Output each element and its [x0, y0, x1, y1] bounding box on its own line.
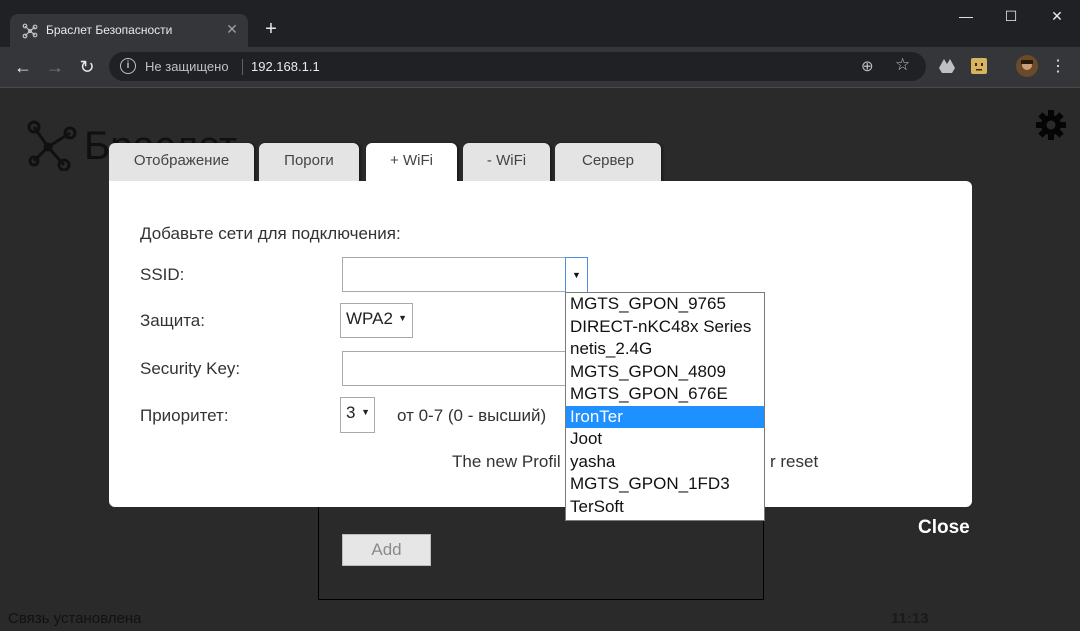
tab-display[interactable]: Отображение — [109, 143, 254, 182]
bookmark-star-icon[interactable]: ☆ — [895, 55, 910, 75]
chevron-down-icon: ▼ — [398, 313, 407, 323]
page-background: Браслет Связь установлена 11:13 Close От… — [0, 88, 1080, 631]
priority-hint: от 0-7 (0 - высший) — [397, 406, 547, 425]
close-button[interactable]: Close — [918, 517, 970, 539]
not-secure-label: Не защищено — [145, 59, 229, 74]
security-label: Защита: — [140, 311, 205, 330]
info-icon[interactable]: i — [120, 58, 136, 74]
dropdown-option[interactable]: netis_2.4G — [566, 338, 764, 361]
tab-server[interactable]: Сервер — [555, 143, 661, 182]
ssid-dropdown-arrow-icon[interactable]: ▼ — [565, 257, 588, 293]
dropdown-option[interactable]: MGTS_GPON_4809 — [566, 361, 764, 384]
close-window-icon[interactable]: ✕ — [1040, 6, 1074, 26]
browser-tab[interactable]: Браслет Безопасности ✕ — [10, 14, 248, 47]
divider — [242, 59, 243, 75]
molecule-favicon-icon — [22, 23, 38, 39]
dropdown-option-highlighted[interactable]: IronTer — [566, 405, 764, 428]
menu-kebab-icon[interactable]: ⋮ — [1046, 55, 1070, 79]
note-text-right: r reset — [770, 452, 819, 471]
connection-status: Связь установлена — [8, 610, 142, 627]
drive-extension-icon[interactable] — [938, 57, 956, 75]
security-key-label: Security Key: — [140, 359, 241, 378]
settings-gear-icon[interactable] — [1034, 108, 1068, 142]
new-tab-icon[interactable]: + — [260, 18, 282, 40]
dropdown-option[interactable]: MGTS_GPON_1FD3 — [566, 473, 764, 496]
ssid-dropdown-list: MGTS_GPON_9765 DIRECT-nKC48x Series neti… — [565, 292, 765, 521]
security-select[interactable]: WPA2 ▼ — [340, 303, 413, 338]
back-icon[interactable]: ← — [11, 55, 35, 79]
dropdown-option[interactable]: MGTS_GPON_676E — [566, 383, 764, 406]
ssid-input[interactable]: ▼ — [342, 257, 588, 293]
minimize-icon[interactable]: — — [949, 6, 983, 26]
note-text-left: The new Profil — [452, 452, 561, 471]
dialog-heading: Добавьте сети для подключения: — [140, 224, 401, 243]
tab-close-icon[interactable]: ✕ — [224, 21, 240, 38]
extension-face-icon[interactable] — [970, 57, 988, 75]
tab-thresholds[interactable]: Пороги — [259, 143, 359, 182]
address-bar[interactable]: i Не защищено 192.168.1.1 ⊕ ☆ — [109, 52, 926, 81]
tab-title: Браслет Безопасности — [46, 23, 173, 37]
priority-value: 3 — [346, 403, 356, 422]
reload-icon[interactable]: ↻ — [75, 55, 99, 79]
priority-select[interactable]: 3 ▼ — [340, 397, 375, 433]
dropdown-option[interactable]: MGTS_GPON_9765 — [566, 293, 764, 316]
dropdown-option[interactable]: Joot — [566, 428, 764, 451]
chevron-down-icon: ▼ — [361, 407, 370, 417]
security-key-input[interactable] — [342, 351, 587, 386]
dropdown-option[interactable]: yasha — [566, 451, 764, 474]
security-value: WPA2 — [346, 309, 393, 328]
priority-label: Приоритет: — [140, 406, 229, 425]
maximize-icon[interactable]: ☐ — [994, 6, 1028, 26]
clock: 11:13 — [891, 610, 929, 627]
ssid-label: SSID: — [140, 265, 185, 284]
browser-toolbar: ← → ↻ i Не защищено 192.168.1.1 ⊕ ☆ ⋮ — [0, 47, 1080, 88]
url-text[interactable]: 192.168.1.1 — [251, 59, 320, 74]
tab-remove-wifi[interactable]: - WiFi — [463, 143, 550, 182]
dropdown-option[interactable]: TerSoft — [566, 496, 764, 519]
avatar-icon[interactable] — [1016, 55, 1038, 77]
forward-icon[interactable]: → — [43, 55, 67, 79]
zoom-icon[interactable]: ⊕ — [861, 57, 874, 75]
wifi-dialog: Добавьте сети для подключения: SSID: ▼ З… — [109, 181, 972, 566]
tab-add-wifi[interactable]: + WiFi — [366, 143, 457, 184]
molecule-logo-icon — [27, 120, 77, 171]
add-button[interactable]: Add — [342, 534, 431, 566]
browser-titlebar: Браслет Безопасности ✕ + — ☐ ✕ — [0, 0, 1080, 47]
dropdown-option[interactable]: DIRECT-nKC48x Series — [566, 316, 764, 339]
